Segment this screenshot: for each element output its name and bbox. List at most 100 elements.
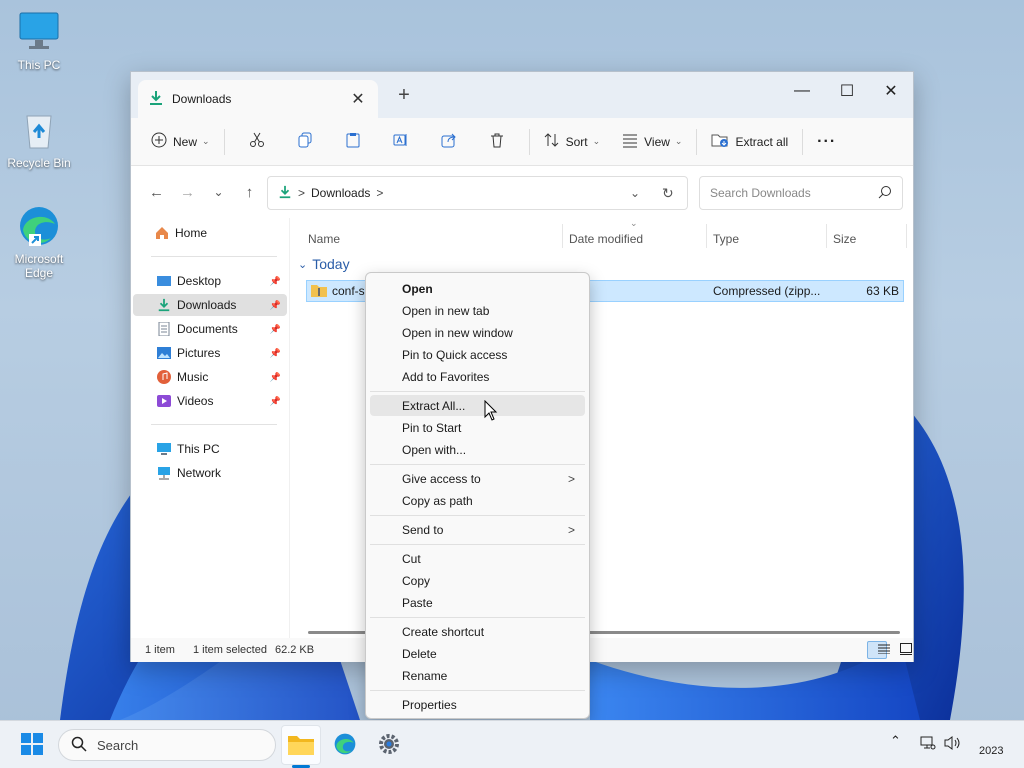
menu-item-extract-all[interactable]: Extract All... xyxy=(370,395,585,416)
paste-button[interactable] xyxy=(329,126,377,158)
clock[interactable]: 2023 xyxy=(979,745,1003,757)
pin-icon[interactable]: 📌 xyxy=(270,300,281,311)
taskbar-search[interactable]: Search xyxy=(58,729,276,761)
submenu-arrow-icon: > xyxy=(567,522,575,537)
submenu-arrow-icon: > xyxy=(567,471,575,486)
menu-item-properties[interactable]: Properties xyxy=(370,694,585,715)
chevron-down-icon: ⌄ xyxy=(592,136,601,146)
menu-item-pin-quick-access[interactable]: Pin to Quick access xyxy=(370,344,585,365)
search-icon xyxy=(71,736,87,755)
search-input[interactable]: Search Downloads xyxy=(699,176,903,210)
menu-item-paste[interactable]: Paste xyxy=(370,592,585,613)
videos-icon xyxy=(157,394,171,408)
nav-item-desktop[interactable]: Desktop 📌 xyxy=(133,270,287,292)
breadcrumb-downloads[interactable]: Downloads xyxy=(311,186,370,200)
network-status-icon[interactable] xyxy=(920,735,936,754)
tiles-view-button[interactable] xyxy=(889,641,912,659)
menu-item-create-shortcut[interactable]: Create shortcut xyxy=(370,621,585,642)
taskbar-search-placeholder: Search xyxy=(97,737,139,753)
nav-item-music[interactable]: Music 📌 xyxy=(133,366,287,388)
pin-icon[interactable]: 📌 xyxy=(270,276,281,287)
forward-arrow-icon[interactable]: → xyxy=(172,177,203,207)
nav-item-videos[interactable]: Videos 📌 xyxy=(133,390,287,412)
more-options-button[interactable]: ··· xyxy=(811,126,842,158)
new-tab-button[interactable]: + xyxy=(393,84,415,107)
menu-item-add-favorites[interactable]: Add to Favorites xyxy=(370,366,585,387)
desktop-icon-edge[interactable]: Microsoft Edge xyxy=(1,204,77,280)
rename-button[interactable] xyxy=(377,126,425,158)
maximize-button[interactable]: ☐ xyxy=(824,76,870,106)
windows-logo-icon xyxy=(21,732,43,758)
nav-item-pictures[interactable]: Pictures 📌 xyxy=(133,342,287,364)
menu-item-send-to[interactable]: Send to > xyxy=(370,519,585,540)
extract-all-label: Extract all xyxy=(735,134,789,149)
view-button[interactable]: View ⌄ xyxy=(616,126,688,158)
copy-button[interactable] xyxy=(281,126,329,158)
desktop-icon-recycle-bin[interactable]: Recycle Bin xyxy=(1,108,77,170)
close-tab-button[interactable]: ✕ xyxy=(348,89,368,109)
taskbar-edge[interactable] xyxy=(325,725,365,765)
nav-item-home[interactable]: Home xyxy=(133,222,287,244)
column-header-size[interactable]: Size xyxy=(833,232,856,246)
chevron-down-icon: ⌄ xyxy=(202,136,210,146)
menu-item-rename[interactable]: Rename xyxy=(370,665,585,686)
column-header-type[interactable]: Type xyxy=(713,232,739,246)
refresh-icon[interactable]: ↻ xyxy=(662,185,674,202)
menu-item-open-new-window[interactable]: Open in new window xyxy=(370,322,585,343)
sort-label: Sort xyxy=(565,134,588,149)
download-icon xyxy=(278,185,292,202)
up-arrow-icon[interactable]: ↑ xyxy=(234,177,265,207)
desktop-folder-icon xyxy=(157,274,171,288)
toolbar-divider xyxy=(696,128,698,155)
edge-icon xyxy=(17,204,61,248)
volume-icon[interactable] xyxy=(944,735,962,754)
address-dropdown-chevron-icon[interactable]: ⌄ xyxy=(630,186,640,200)
scissors-icon xyxy=(249,132,265,151)
nav-item-downloads[interactable]: Downloads 📌 xyxy=(133,294,287,316)
sort-button[interactable]: Sort ⌄ xyxy=(538,126,607,158)
column-header-date[interactable]: Date modified xyxy=(569,232,643,246)
taskbar-settings[interactable] xyxy=(369,725,409,765)
taskbar-file-explorer[interactable] xyxy=(281,725,321,765)
menu-item-open-new-tab[interactable]: Open in new tab xyxy=(370,300,585,321)
menu-item-cut[interactable]: Cut xyxy=(370,548,585,569)
menu-item-open-with[interactable]: Open with... xyxy=(370,439,585,460)
menu-item-pin-start[interactable]: Pin to Start xyxy=(370,417,585,438)
new-button[interactable]: New ⌄ xyxy=(145,126,216,158)
nav-item-documents[interactable]: Documents 📌 xyxy=(133,318,287,340)
pin-icon[interactable]: 📌 xyxy=(270,324,281,335)
pin-icon[interactable]: 📌 xyxy=(270,348,281,359)
delete-button[interactable] xyxy=(473,126,521,158)
nav-item-network[interactable]: Network xyxy=(133,462,287,484)
pin-icon[interactable]: 📌 xyxy=(270,396,281,407)
menu-item-give-access[interactable]: Give access to > xyxy=(370,468,585,489)
menu-item-open[interactable]: Open xyxy=(370,278,585,299)
column-header-name[interactable]: Name xyxy=(308,232,340,246)
minimize-button[interactable]: — xyxy=(779,76,825,106)
menu-item-copy[interactable]: Copy xyxy=(370,570,585,591)
nav-item-label: Downloads xyxy=(177,298,237,312)
show-hidden-icons-chevron[interactable]: ⌃ xyxy=(890,733,901,749)
tab-downloads[interactable]: Downloads ✕ xyxy=(138,80,378,118)
column-divider xyxy=(906,224,907,248)
monitor-icon xyxy=(157,442,171,456)
tab-bar: Downloads ✕ + — ☐ ✕ xyxy=(131,72,913,118)
menu-item-delete[interactable]: Delete xyxy=(370,643,585,664)
cut-button[interactable] xyxy=(233,126,281,158)
nav-item-this-pc[interactable]: This PC xyxy=(133,438,287,460)
recycle-bin-icon xyxy=(17,108,61,152)
start-button[interactable] xyxy=(12,725,52,765)
network-icon xyxy=(157,466,171,480)
menu-item-copy-as-path[interactable]: Copy as path xyxy=(370,490,585,511)
group-header-today[interactable]: ⌄ Today xyxy=(298,256,350,272)
details-view-button[interactable] xyxy=(867,641,890,659)
desktop-icon-this-pc[interactable]: This PC xyxy=(1,10,77,72)
address-bar[interactable]: > Downloads > ⌄ ↻ xyxy=(267,176,688,210)
back-arrow-icon[interactable]: ← xyxy=(141,177,172,207)
pin-icon[interactable]: 📌 xyxy=(270,372,281,383)
command-bar: New ⌄ Sort ⌄ View ⌄ Extract all ··· xyxy=(131,118,913,166)
close-window-button[interactable]: ✕ xyxy=(868,76,914,106)
extract-all-button[interactable]: Extract all xyxy=(705,126,794,158)
share-button[interactable] xyxy=(425,126,473,158)
recent-locations-chevron-icon[interactable]: ⌄ xyxy=(203,177,234,207)
